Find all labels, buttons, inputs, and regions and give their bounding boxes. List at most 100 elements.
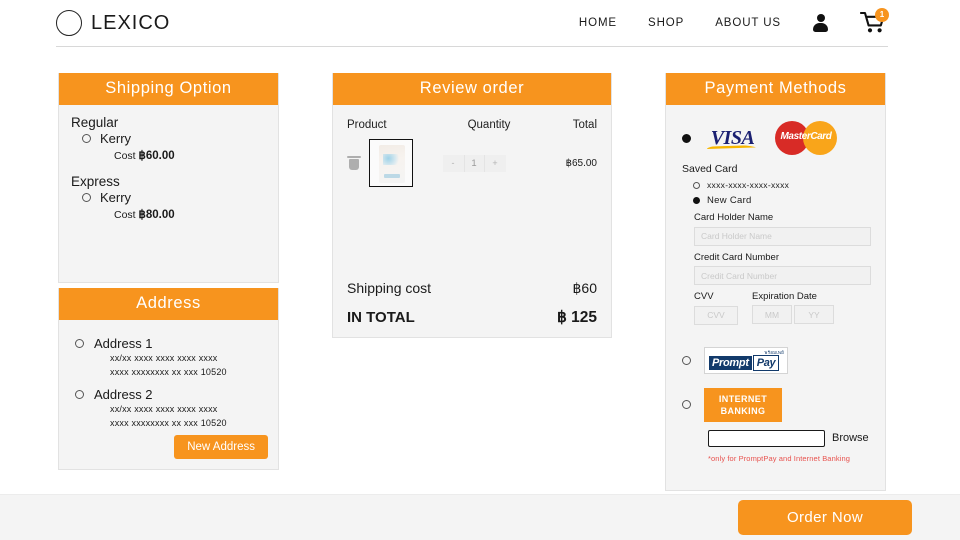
saved-card-radio[interactable] — [693, 181, 700, 189]
address-label: Address 1 — [94, 336, 153, 351]
trash-icon[interactable] — [347, 155, 361, 171]
slip-upload-input[interactable] — [708, 429, 825, 447]
shipping-cost-express: Cost ฿80.00 — [71, 207, 278, 221]
shipping-cost-regular: Cost ฿60.00 — [71, 148, 278, 162]
quantity-value[interactable]: 1 — [463, 154, 485, 172]
column-header-product: Product — [347, 119, 387, 131]
browse-button[interactable]: Browse — [832, 432, 869, 444]
table-row: - 1 + ฿65.00 — [333, 131, 611, 187]
grand-total-value: ฿ 125 — [556, 309, 597, 326]
card-holder-label: Card Holder Name — [694, 212, 774, 223]
shipping-group-express: Express Kerry Cost ฿80.00 — [71, 174, 278, 221]
quantity-stepper[interactable]: - 1 + — [442, 154, 506, 172]
shipping-row-express[interactable]: Kerry — [71, 190, 278, 205]
nav-link-home[interactable]: HOME — [579, 17, 617, 29]
cart-badge: 1 — [875, 8, 889, 22]
card-holder-field-group: Card Holder Name — [666, 212, 885, 246]
review-order-panel: Review order Product Quantity Total - 1 … — [332, 73, 612, 338]
address-item-1[interactable]: Address 1 xx/xx xxxx xxxx xxxx xxxx xxxx… — [59, 336, 278, 379]
expiration-field-group: Expiration Date — [752, 291, 871, 325]
card-number-input[interactable] — [694, 266, 871, 285]
nav-link-shop[interactable]: SHOP — [648, 17, 684, 29]
order-now-button[interactable]: Order Now — [738, 500, 912, 535]
cart-icon[interactable]: 1 — [859, 8, 889, 35]
expiration-label: Expiration Date — [752, 291, 817, 302]
shipping-cost-label: Cost — [114, 150, 136, 162]
promptpay-pay-text: Pay — [752, 354, 780, 371]
payment-option-internet-banking[interactable]: INTERNET BANKING — [666, 387, 885, 422]
cvv-field-group: CVV — [694, 291, 738, 325]
cvv-input[interactable] — [694, 305, 738, 325]
saved-card-number: xxxx-xxxx-xxxx-xxxx — [707, 180, 790, 190]
address-label: Address 2 — [94, 387, 153, 402]
payment-methods-body: VISA MasterCard Saved Card xxxx-xxxx-xxx… — [666, 105, 885, 522]
site-header: LEXICO HOME SHOP ABOUT US 1 — [0, 0, 960, 48]
address-line-2: xxxx xxxxxxxx xx xxx 10520 — [110, 418, 227, 428]
address-head[interactable]: Address 1 — [75, 336, 278, 351]
quantity-decrement-button[interactable]: - — [443, 155, 464, 172]
line-total: ฿65.00 — [565, 157, 597, 169]
address-radio-1[interactable] — [75, 339, 84, 348]
shipping-cost-value: ฿80.00 — [138, 209, 175, 221]
new-card-label: New Card — [707, 195, 752, 206]
user-icon[interactable] — [812, 13, 829, 33]
payment-methods-title: Payment Methods — [666, 73, 885, 105]
card-holder-input[interactable] — [694, 226, 871, 246]
address-title: Address — [59, 288, 278, 320]
payment-radio-internet-banking[interactable] — [682, 400, 691, 409]
shipping-option-title: Shipping Option — [59, 73, 278, 105]
shipping-option-body: Regular Kerry Cost ฿60.00 Express Kerry — [59, 105, 278, 221]
visa-logo: VISA — [704, 125, 761, 151]
quantity-increment-button[interactable]: + — [485, 155, 506, 172]
shipping-row-regular[interactable]: Kerry — [71, 131, 278, 146]
new-card-radio[interactable] — [693, 197, 700, 204]
shipping-group-label: Regular — [71, 115, 119, 130]
brand-logo[interactable]: LEXICO — [56, 10, 170, 36]
review-table-header: Product Quantity Total — [333, 105, 611, 131]
address-radio-2[interactable] — [75, 390, 84, 399]
payment-option-promptpay[interactable]: พร้อมเพย์ Prompt Pay — [666, 346, 885, 374]
saved-card-option[interactable]: xxxx-xxxx-xxxx-xxxx — [666, 180, 885, 190]
mastercard-logo-text: MasterCard — [780, 131, 832, 142]
new-card-option[interactable]: New Card — [666, 195, 885, 206]
main-navigation: HOME SHOP ABOUT US 1 — [579, 8, 889, 35]
cvv-label: CVV — [694, 291, 714, 302]
shipping-carrier-label: Kerry — [100, 190, 132, 205]
address-line-2: xxxx xxxxxxxx xx xxx 10520 — [110, 367, 227, 377]
address-line-1: xx/xx xxxx xxxx xxxx xxxx — [110, 353, 218, 363]
grand-total-label: IN TOTAL — [347, 309, 415, 326]
expiration-inputs — [752, 305, 871, 324]
new-address-button[interactable]: New Address — [174, 435, 268, 459]
shipping-radio-regular[interactable] — [82, 134, 91, 143]
shipping-carrier-label: Kerry — [100, 131, 132, 146]
internet-banking-line1: INTERNET — [718, 393, 768, 404]
header-inner: LEXICO HOME SHOP ABOUT US 1 — [56, 0, 889, 47]
payment-radio-card[interactable] — [682, 133, 691, 143]
checkout-page: LEXICO HOME SHOP ABOUT US 1 Shipping Opt… — [0, 0, 960, 540]
promptpay-wordmark: Prompt Pay — [709, 354, 780, 371]
shipping-cost-label: Cost — [114, 209, 136, 221]
expiration-year-input[interactable] — [794, 305, 834, 324]
address-body: Address 1 xx/xx xxxx xxxx xxxx xxxx xxxx… — [59, 320, 278, 430]
internet-banking-line2: BANKING — [720, 405, 766, 416]
review-summary: Shipping cost ฿60 IN TOTAL ฿ 125 — [333, 269, 611, 327]
payment-radio-promptpay[interactable] — [682, 355, 691, 365]
quantity-cell: - 1 + — [413, 154, 535, 172]
internet-banking-text: INTERNET BANKING — [719, 393, 767, 417]
internet-banking-logo[interactable]: INTERNET BANKING — [704, 387, 782, 422]
shipping-option-panel: Shipping Option Regular Kerry Cost ฿60.0… — [58, 73, 279, 283]
card-number-label: Credit Card Number — [694, 251, 779, 263]
payment-option-card[interactable]: VISA MasterCard — [666, 121, 885, 155]
nav-link-about-us[interactable]: ABOUT US — [715, 17, 781, 29]
slip-upload-row: Browse — [666, 429, 885, 447]
product-thumbnail[interactable] — [369, 139, 413, 187]
cvv-expiration-row: CVV Expiration Date — [666, 291, 885, 325]
address-item-2[interactable]: Address 2 xx/xx xxxx xxxx xxxx xxxx xxxx… — [59, 387, 278, 430]
shipping-cost-label: Shipping cost — [347, 280, 432, 296]
expiration-month-input[interactable] — [752, 305, 792, 324]
shipping-cost-row: Shipping cost ฿60 — [347, 280, 597, 297]
shipping-radio-express[interactable] — [82, 193, 91, 202]
promptpay-logo[interactable]: พร้อมเพย์ Prompt Pay — [704, 346, 788, 374]
address-head[interactable]: Address 2 — [75, 387, 278, 402]
